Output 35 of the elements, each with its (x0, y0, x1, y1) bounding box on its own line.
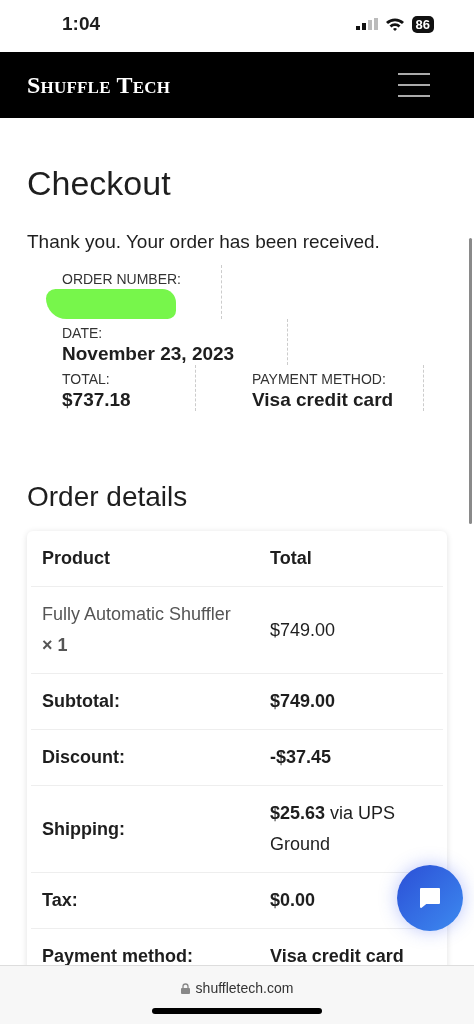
table-cell-text: Tax: (41, 889, 79, 912)
menu-icon (398, 73, 430, 97)
table-cell-text: -$37.45 (269, 746, 333, 769)
overview-value: November 23, 2023 (62, 343, 236, 365)
table-cell-text: $749.00 (269, 690, 337, 713)
overview-value: $737.18 (62, 389, 132, 411)
wifi-icon (384, 17, 405, 31)
signal-icon (355, 18, 378, 30)
table-cell-text: Fully Automatic Shuffler × 1 (41, 603, 232, 657)
table-cell-text: $749.00 (269, 618, 337, 642)
site-logo[interactable]: Shuffle Tech (27, 71, 171, 99)
table-cell-text: $25.63 via UPS Ground (269, 802, 397, 856)
overview-label: DATE: (62, 325, 104, 341)
overview-value: Visa credit card (252, 389, 394, 411)
status-time: 1:04 (62, 13, 101, 35)
confirmation-message: Thank you. Your order has been received. (27, 231, 381, 253)
page-title: Checkout (27, 164, 172, 203)
column-header: Total (269, 547, 313, 570)
battery-level: 86 (411, 15, 434, 33)
table-cell-text: Discount: (41, 746, 126, 769)
chat-button[interactable] (397, 865, 463, 931)
table-cell-text: Visa credit card (269, 945, 405, 965)
table-cell-text: $0.00 (269, 889, 317, 912)
column-header: Product (41, 547, 111, 570)
url-text[interactable]: shuffletech.com (195, 980, 294, 996)
overview-label: ORDER NUMBER: (62, 271, 182, 287)
table-cell-text: Subtotal: (41, 690, 121, 713)
section-title: Order details (27, 481, 189, 513)
table-cell-text: Shipping: (41, 817, 126, 841)
overview-label: TOTAL: (62, 371, 111, 387)
menu-button[interactable] (398, 73, 430, 97)
lock-icon (180, 982, 190, 994)
chat-icon (418, 886, 442, 910)
overview-label: PAYMENT METHOD: (252, 371, 387, 387)
table-cell-text: Payment method: (41, 945, 195, 965)
